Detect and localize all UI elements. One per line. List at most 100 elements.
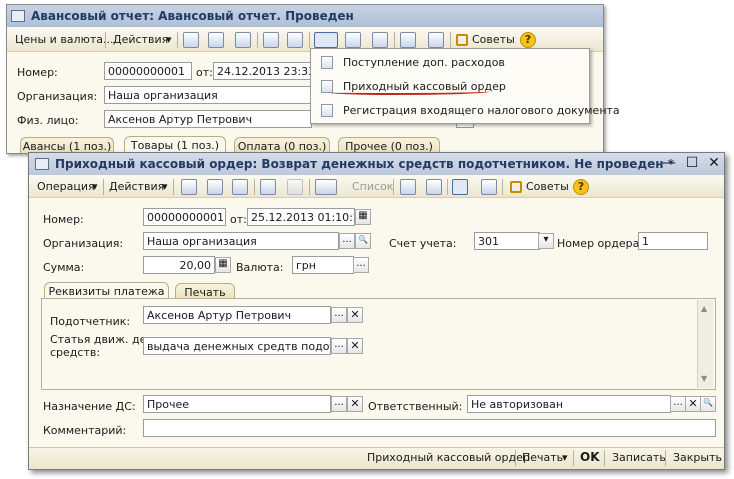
purpose-field[interactable]: Прочее (143, 395, 331, 413)
create-based-on-icon[interactable] (315, 179, 337, 195)
toolbar-separator (393, 179, 394, 195)
unpost-document-icon[interactable] (287, 32, 303, 48)
cashflow-item-field[interactable]: выдача денежных средтв подотчень (143, 337, 331, 355)
dt-kt-icon[interactable] (400, 179, 416, 195)
person-label: Физ. лицо: (17, 114, 79, 127)
minimize-button[interactable]: — (660, 155, 678, 171)
date-field[interactable]: 24.12.2013 23:33:52 (213, 62, 313, 80)
organization-select-button[interactable]: ... (339, 233, 355, 249)
close-form-button[interactable]: Закрыть (673, 451, 722, 464)
sum-label: Сумма: (43, 261, 85, 274)
actions-menu-button[interactable]: Действия (109, 180, 164, 193)
clear-icon[interactable]: ✕ (347, 396, 363, 412)
order-number-field[interactable]: 1 (638, 232, 708, 250)
dt-kt-icon[interactable] (345, 32, 361, 48)
comment-field[interactable] (143, 419, 716, 437)
panel-scrollbar[interactable]: ▲ ▼ (697, 300, 713, 388)
menu-item-additional-expenses[interactable]: Поступление доп. расходов (315, 53, 587, 73)
account-field[interactable]: 301 (474, 232, 540, 250)
prices-currency-button[interactable]: Цены и валюта... (15, 33, 113, 46)
accountable-field[interactable]: Аксенов Артур Петрович (143, 306, 331, 324)
tab-advances[interactable]: Авансы (1 поз.) (20, 137, 114, 153)
tab-print[interactable]: Печать (175, 283, 235, 299)
menu-item-label: Поступление доп. расходов (343, 56, 505, 69)
ok-button[interactable]: OK (580, 450, 600, 464)
maximize-button[interactable]: ☐ (683, 155, 701, 171)
comment-label: Комментарий: (43, 424, 127, 437)
post-document-icon[interactable] (260, 179, 276, 195)
clear-icon[interactable]: ✕ (685, 396, 701, 412)
print-cash-receipt-button[interactable]: Приходный кассовый ордер (367, 451, 530, 464)
purpose-select-button[interactable]: ... (331, 396, 347, 412)
tips-icon (510, 181, 522, 193)
tab-payment-details[interactable]: Реквизиты платежа (44, 282, 169, 299)
currency-field[interactable]: грн (292, 256, 354, 274)
chevron-down-icon: ▾ (162, 180, 168, 193)
organization-field[interactable]: Наша организация (104, 86, 312, 104)
clear-icon[interactable]: ✕ (347, 307, 363, 323)
actions-menu-button[interactable]: Действия (113, 33, 168, 46)
number-field[interactable]: 00000000001 (143, 208, 226, 226)
person-field[interactable]: Аксенов Артур Петрович (104, 110, 312, 128)
list-settings-icon[interactable] (481, 179, 497, 195)
responsible-select-button[interactable]: ... (670, 396, 686, 412)
clear-icon[interactable]: ✕ (347, 338, 363, 354)
cashflow-select-button[interactable]: ... (331, 338, 347, 354)
tab-goods[interactable]: Товары (1 поз.) (124, 136, 226, 153)
report-icon[interactable] (372, 32, 388, 48)
scroll-down-icon[interactable]: ▼ (701, 374, 707, 383)
list-button[interactable]: Список (352, 180, 393, 193)
unpost-document-icon[interactable] (287, 179, 303, 195)
post-document-icon[interactable] (263, 32, 279, 48)
toolbar-separator (450, 32, 451, 48)
chevron-down-icon: ▾ (92, 180, 98, 193)
report-icon[interactable] (426, 179, 442, 195)
go-to-icon[interactable] (183, 32, 199, 48)
number-label: Номер: (43, 213, 84, 226)
calendar-icon[interactable]: ▦ (355, 209, 371, 225)
create-based-on-icon[interactable] (314, 32, 338, 48)
toolbar-separator (394, 32, 395, 48)
chevron-down-icon: ▾ (562, 451, 568, 464)
currency-select-button[interactable]: ... (353, 257, 369, 273)
toolbar-separator (309, 179, 310, 195)
menu-item-incoming-tax-document[interactable]: Регистрация входящего налогового докумен… (315, 101, 620, 121)
save-button[interactable]: Записать (612, 451, 666, 464)
search-icon[interactable]: 🔍 (700, 396, 716, 412)
close-button[interactable]: ✕ (705, 155, 723, 171)
accountable-select-button[interactable]: ... (331, 307, 347, 323)
tips-button[interactable]: Советы (472, 33, 515, 46)
go-to-icon[interactable] (181, 179, 197, 195)
structure-icon[interactable] (452, 179, 468, 195)
organization-field[interactable]: Наша организация (143, 232, 339, 250)
search-icon[interactable]: 🔍 (355, 233, 371, 249)
tab-payment[interactable]: Оплата (0 поз.) (234, 137, 330, 153)
operation-menu-button[interactable]: Операция (37, 180, 95, 193)
sum-field[interactable]: 20,00 (143, 256, 215, 274)
print-menu-button[interactable]: Печать (522, 451, 563, 464)
responsible-field[interactable]: Не авторизован (467, 395, 671, 413)
from-label: от: (196, 66, 213, 79)
toolbar-separator (604, 450, 605, 466)
document-icon (321, 56, 333, 69)
toolbar-separator (177, 32, 178, 48)
number-field[interactable]: 00000000001 (104, 62, 192, 80)
calculator-icon[interactable]: ▦ (215, 257, 231, 273)
structure-icon[interactable] (400, 32, 416, 48)
refresh-icon[interactable] (208, 32, 224, 48)
scroll-up-icon[interactable]: ▲ (701, 304, 707, 313)
tips-button[interactable]: Советы (526, 180, 569, 193)
list-settings-icon[interactable] (428, 32, 444, 48)
number-label: Номер: (17, 66, 58, 79)
refresh-icon[interactable] (207, 179, 223, 195)
help-icon[interactable]: ? (573, 179, 589, 195)
copy-icon[interactable] (232, 179, 248, 195)
cashflow-label-line2: средств: (50, 346, 101, 359)
help-icon[interactable]: ? (520, 32, 536, 48)
tab-other[interactable]: Прочее (0 поз.) (338, 137, 440, 153)
date-field[interactable]: 25.12.2013 01:10:20 (247, 208, 355, 226)
copy-icon[interactable] (235, 32, 251, 48)
from-label: от: (230, 213, 247, 226)
account-dropdown-icon[interactable]: ▾ (538, 233, 554, 249)
toolbar-separator (257, 32, 258, 48)
